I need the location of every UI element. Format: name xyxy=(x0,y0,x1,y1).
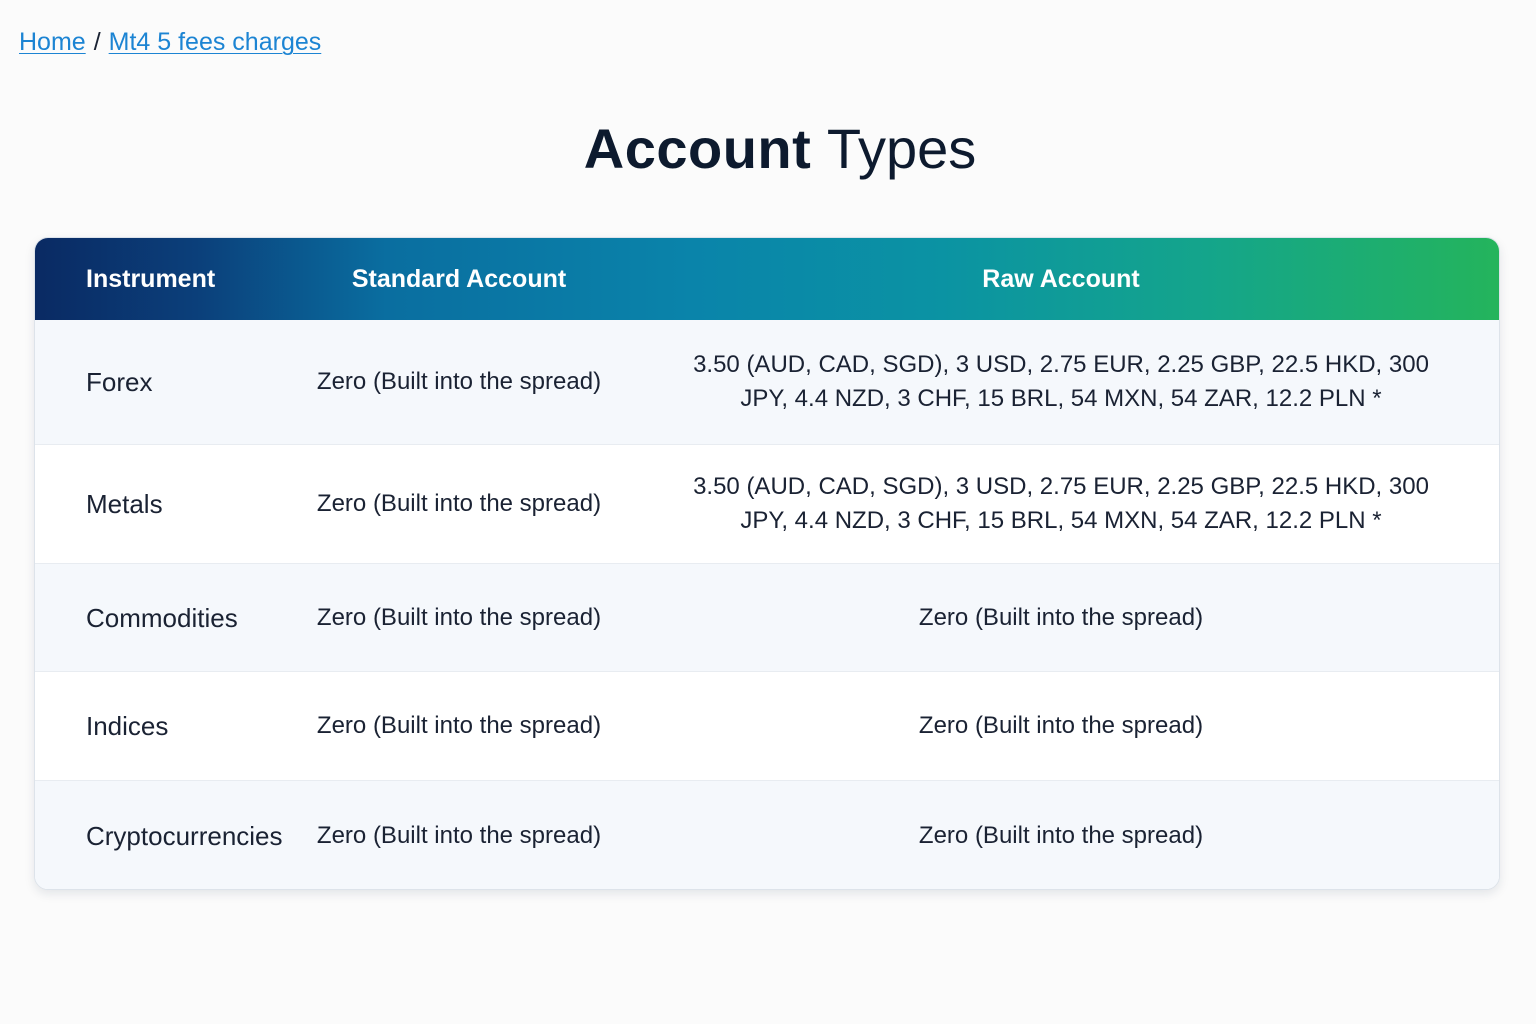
cell-instrument: Indices xyxy=(86,711,169,741)
table-header: Instrument Standard Account Raw Account xyxy=(35,238,1499,320)
account-types-table: Instrument Standard Account Raw Account … xyxy=(34,237,1500,890)
cell-raw: 3.50 (AUD, CAD, SGD), 3 USD, 2.75 EUR, 2… xyxy=(693,351,1429,412)
table-row-metals: Metals Zero (Built into the spread) 3.50… xyxy=(35,444,1499,563)
cell-raw: Zero (Built into the spread) xyxy=(918,603,1204,631)
cell-instrument: Forex xyxy=(86,367,153,397)
table-row-cryptocurrencies: Cryptocurrencies Zero (Built into the sp… xyxy=(35,780,1499,889)
cell-standard: Zero (Built into the spread) xyxy=(316,490,602,517)
header-instrument: Instrument xyxy=(86,265,216,293)
page-title-light: Types xyxy=(826,117,977,180)
cell-raw: Zero (Built into the spread) xyxy=(918,712,1204,739)
cell-instrument: Commodities xyxy=(86,602,238,633)
page-title: Account Types xyxy=(0,116,1536,182)
table-row-commodities: Commodities Zero (Built into the spread)… xyxy=(35,563,1499,671)
breadcrumb-separator: / xyxy=(93,28,101,56)
breadcrumb-home-link[interactable]: Home xyxy=(19,28,86,56)
cell-instrument: Metals xyxy=(86,489,163,519)
header-standard-account: Standard Account xyxy=(351,265,567,293)
page: Home / Mt4 5 fees charges Account Types In… xyxy=(0,0,1536,1024)
cell-raw: Zero (Built into the spread) xyxy=(918,822,1204,849)
table-row-indices: Indices Zero (Built into the spread) Zer… xyxy=(35,671,1499,780)
cell-raw: 3.50 (AUD, CAD, SGD), 3 USD, 2.75 EUR, 2… xyxy=(693,473,1429,534)
table-row-forex: Forex Zero (Built into the spread) 3.50 … xyxy=(35,320,1499,444)
cell-standard: Zero (Built into the spread) xyxy=(316,603,602,631)
page-title-strong: Account xyxy=(583,117,812,180)
cell-standard: Zero (Built into the spread) xyxy=(316,368,602,395)
cell-standard: Zero (Built into the spread) xyxy=(316,712,602,739)
breadcrumb: Home / Mt4 5 fees charges xyxy=(19,27,321,57)
breadcrumb-current-link[interactable]: Mt4 5 fees charges xyxy=(109,28,322,56)
cell-instrument: Cryptocurrencies xyxy=(86,821,283,851)
header-raw-account: Raw Account xyxy=(982,265,1140,293)
cell-standard: Zero (Built into the spread) xyxy=(316,822,602,849)
